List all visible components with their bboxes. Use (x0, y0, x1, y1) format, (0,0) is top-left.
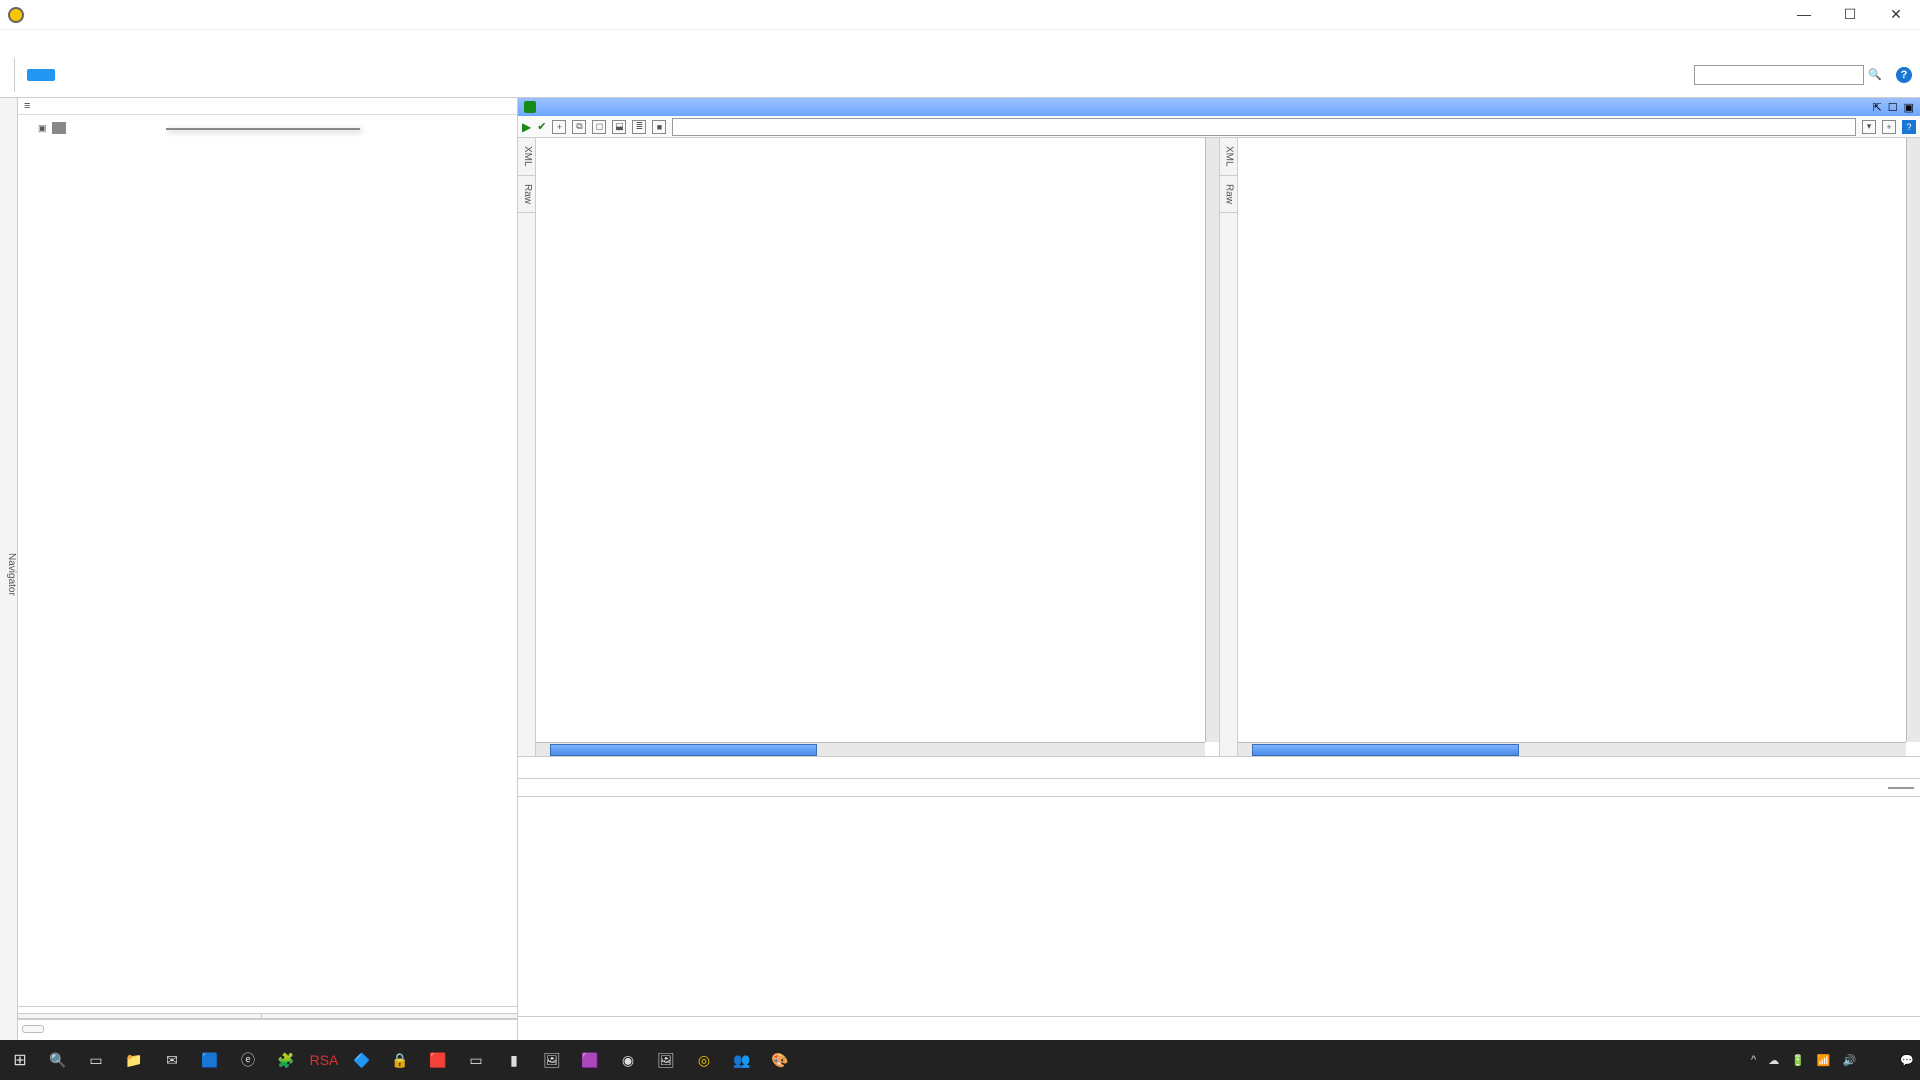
cursor-position (1888, 787, 1914, 789)
start-button[interactable]: ⊞ (6, 1046, 34, 1074)
skype-icon[interactable]: 🟦 (196, 1046, 224, 1074)
response-bottom-tabs (1219, 756, 1920, 778)
task-view-icon[interactable]: ▭ (82, 1046, 110, 1074)
online-help-button[interactable]: ? (1896, 67, 1912, 83)
maximize-icon[interactable]: ☐ (1840, 6, 1860, 23)
request-xml-editor[interactable] (536, 138, 1219, 756)
menubar (0, 30, 1920, 52)
search-forum-input[interactable] (1694, 65, 1864, 85)
panel-restore-icon[interactable]: ⇱ (1873, 101, 1882, 114)
panel-maximize-icon[interactable]: ☐ (1888, 101, 1898, 114)
interface-properties-title (18, 1006, 517, 1014)
request-bottom-tabs (518, 756, 1219, 778)
prop-header-value (262, 1014, 517, 1018)
ie-icon[interactable]: ⓔ (234, 1046, 262, 1074)
onedrive-icon[interactable]: ☁ (1768, 1054, 1779, 1067)
chrome-icon[interactable]: ◉ (614, 1046, 642, 1074)
help-icon: ? (1896, 67, 1912, 83)
paint-icon[interactable]: 🎨 (766, 1046, 794, 1074)
tool-icon-5[interactable]: ≣ (632, 120, 646, 134)
tool-icon-1[interactable]: + (552, 120, 566, 134)
tool-icon-2[interactable]: ⧉ (572, 120, 586, 134)
tool-icon-3[interactable]: ◻ (592, 120, 606, 134)
app-icon-8[interactable]: 🖼 (652, 1046, 680, 1074)
stop-icon[interactable]: ■ (652, 120, 666, 134)
app-logo-icon (8, 7, 24, 23)
minimize-icon[interactable]: — (1794, 6, 1814, 23)
log-tabstrip (518, 1016, 1920, 1040)
request-status-bar (518, 778, 1920, 796)
request-toolbar: ▶ ✔ + ⧉ ◻ ⬓ ≣ ■ ▾ + ? (518, 116, 1920, 138)
endpoint-url-input[interactable] (672, 118, 1856, 136)
app-icon-7[interactable]: 🟪 (576, 1046, 604, 1074)
app-icon-6[interactable]: 🖼 (538, 1046, 566, 1074)
search-go-icon[interactable]: 🔍 (1868, 68, 1882, 81)
toolbar-separator (14, 58, 15, 92)
v-scrollbar[interactable] (1205, 138, 1219, 742)
v-scrollbar[interactable] (1906, 138, 1920, 742)
search-icon[interactable]: 🔍 (44, 1046, 72, 1074)
h-scrollbar[interactable] (1238, 742, 1907, 756)
properties-tab[interactable] (22, 1025, 44, 1033)
request-pane: ⇱ ☐ ▣ ▶ ✔ + ⧉ ◻ ⬓ ≣ ■ ▾ + ? XMLRaw (518, 98, 1920, 1040)
notifications-icon[interactable]: 💬 (1900, 1054, 1914, 1067)
submit-icon[interactable]: ✔ (537, 120, 546, 133)
run-button[interactable]: ▶ (522, 120, 531, 134)
hamburger-icon[interactable]: ≡ (24, 100, 28, 112)
teams-icon[interactable]: 👥 (728, 1046, 756, 1074)
navigator-strip[interactable]: Navigator (0, 98, 18, 1040)
add-endpoint-icon[interactable]: + (1882, 120, 1896, 134)
volume-icon[interactable]: 🔊 (1843, 1054, 1857, 1067)
request-side-tabs[interactable]: XMLRaw (518, 138, 536, 756)
request-icon (524, 101, 536, 113)
soapui-taskbar-icon[interactable]: ◎ (690, 1046, 718, 1074)
tray-expand-icon[interactable]: ^ (1751, 1054, 1756, 1066)
url-dropdown-icon[interactable]: ▾ (1862, 120, 1876, 134)
app-icon-5[interactable]: ▭ (462, 1046, 490, 1074)
main-toolbar: 🔍 ? (0, 52, 1920, 98)
interface-context-menu (166, 128, 360, 130)
app-icon-4[interactable]: 🟥 (424, 1046, 452, 1074)
app-icon-3[interactable]: 🔒 (386, 1046, 414, 1074)
tool-icon-4[interactable]: ⬓ (612, 120, 626, 134)
battery-icon[interactable]: 🔋 (1791, 1054, 1805, 1067)
explorer-icon[interactable]: 📁 (120, 1046, 148, 1074)
wifi-icon[interactable]: 📶 (1817, 1054, 1831, 1067)
rsa-icon[interactable]: RSA (310, 1046, 338, 1074)
endpoint-explorer-button[interactable] (27, 69, 55, 81)
outlook-icon[interactable]: ✉ (158, 1046, 186, 1074)
response-side-tabs[interactable]: XMLRaw (1220, 138, 1238, 756)
projects-pane: ≡ ▣ (18, 98, 518, 1040)
app-icon-1[interactable]: 🧩 (272, 1046, 300, 1074)
projects-header: ≡ (18, 98, 517, 115)
help-icon[interactable]: ? (1902, 120, 1916, 134)
log-output[interactable] (518, 796, 1920, 1016)
properties-tabstrip (18, 1019, 517, 1040)
response-xml-editor[interactable] (1238, 138, 1920, 756)
terminal-icon[interactable]: ▮ (500, 1046, 528, 1074)
request-titlebar: ⇱ ☐ ▣ (518, 98, 1920, 116)
project-icon (52, 122, 66, 134)
panel-close-icon[interactable]: ▣ (1904, 101, 1914, 114)
windows-taskbar: ⊞ 🔍 ▭ 📁 ✉ 🟦 ⓔ 🧩 RSA 🔷 🔒 🟥 ▭ ▮ 🖼 🟪 ◉ 🖼 ◎ … (0, 1040, 1920, 1080)
window-titlebar: — ☐ ✕ (0, 0, 1920, 30)
close-icon[interactable]: ✕ (1886, 6, 1906, 23)
app-icon-2[interactable]: 🔷 (348, 1046, 376, 1074)
h-scrollbar[interactable] (536, 742, 1205, 756)
prop-header-property (18, 1014, 262, 1018)
